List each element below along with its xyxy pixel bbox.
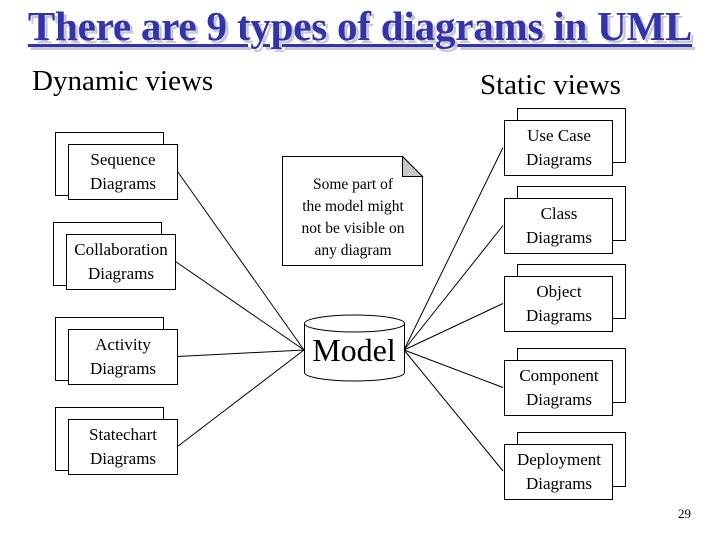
diagram-label-deployment: Deployment Diagrams [516,450,602,493]
connector-deployment [403,349,504,472]
diagram-label-component: Component Diagrams [519,366,599,409]
note-text: Some part of the model might not be visi… [301,176,405,259]
model-label: Model [312,332,396,368]
connector-statechart [177,349,305,447]
connector-activity [177,349,305,357]
diagram-label-sequence: Sequence Diagrams [89,150,157,193]
connector-collaboration [175,261,305,351]
cylinder-top [304,314,405,333]
diagram-label-class: Class Diagrams [525,204,593,247]
page-number: 29 [678,506,691,521]
diagram-label-use-case: Use Case Diagrams [525,126,593,169]
diagram-label-statechart: Statechart Diagrams [89,425,157,468]
connector-object [403,303,504,351]
diagram-label-object: Object Diagrams [525,282,593,325]
diagram-label-activity: Activity Diagrams [89,335,157,378]
diagram-label-collaboration: Collaboration Diagrams [74,240,168,283]
